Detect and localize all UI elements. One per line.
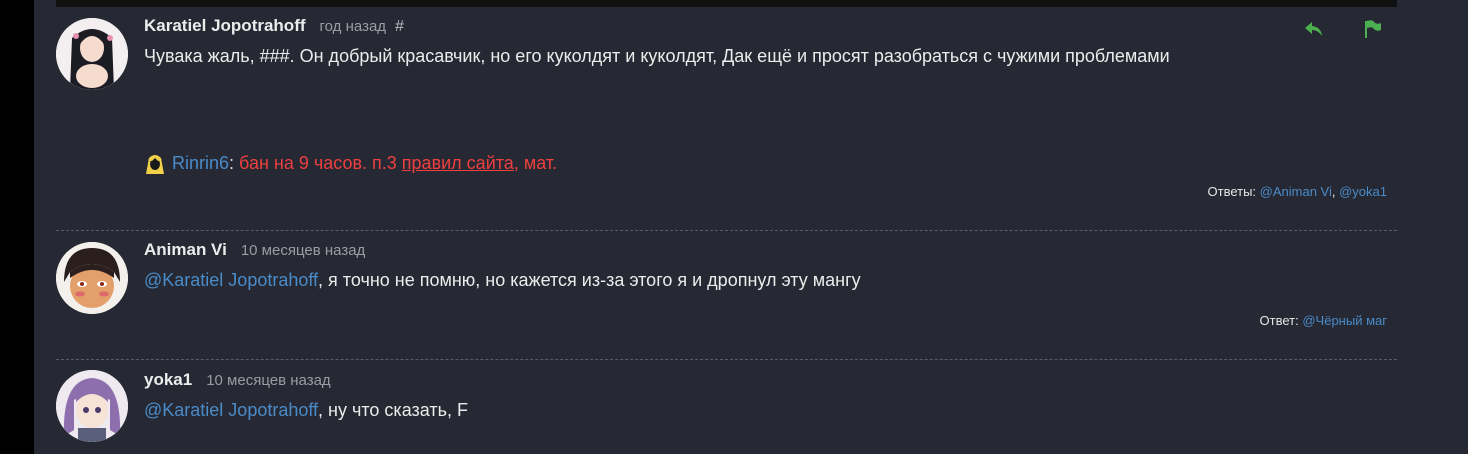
author-name[interactable]: yoka1 [144, 370, 192, 390]
comment-divider [56, 230, 1397, 231]
answer-link[interactable]: @Чёрный маг [1302, 313, 1387, 328]
top-bar [56, 0, 1397, 7]
comment-text: @Karatiel Jopotrahoff, я точно не помню,… [144, 270, 861, 291]
author-name[interactable]: Karatiel Jopotrahoff [144, 16, 306, 36]
comment-karatiel: Karatiel Jopotrahoff год назад # Чувака … [56, 14, 1397, 214]
left-page-margin [0, 0, 34, 454]
comment-header: Animan Vi 10 месяцев назад [144, 240, 365, 264]
comment-time[interactable]: 10 месяцев назад [241, 242, 365, 259]
comment-divider [56, 359, 1397, 360]
flag-icon[interactable] [1361, 18, 1383, 40]
ban-prefix: бан на 9 часов. п.3 [234, 152, 402, 173]
author-name[interactable]: Animan Vi [144, 240, 227, 260]
comment-body: , ну что сказать, F [318, 400, 468, 420]
comment-header: yoka1 10 месяцев назад [144, 370, 331, 394]
avatar[interactable] [56, 370, 128, 442]
comment-time[interactable]: год назад [320, 18, 387, 35]
ban-suffix: , мат. [513, 152, 558, 173]
comment-time[interactable]: 10 месяцев назад [206, 372, 330, 389]
moderator-avatar[interactable] [144, 152, 166, 174]
mention-link[interactable]: @Karatiel Jopotrahoff [144, 270, 318, 290]
answers-label: Ответы: [1207, 184, 1260, 199]
permalink-hash[interactable]: # [395, 18, 404, 36]
avatar[interactable] [56, 18, 128, 90]
comment-text: Чувака жаль, ###. Он добрый красавчик, н… [144, 46, 1170, 66]
answers-line: Ответ: @Чёрный маг [1260, 313, 1387, 328]
site-rules-link[interactable]: правил сайта [402, 153, 514, 173]
comment-animan-vi: Animan Vi 10 месяцев назад @Karatiel Jop… [56, 238, 1397, 338]
moderator-name[interactable]: Rinrin6 [172, 153, 229, 174]
answers-line: Ответы: @Animan Vi, @yoka1 [1208, 184, 1388, 199]
answer-link[interactable]: @yoka1 [1339, 184, 1387, 199]
answer-link[interactable]: @Animan Vi [1260, 184, 1332, 199]
moderation-ban-notice: Rinrin6: бан на 9 часов. п.3 правил сайт… [144, 152, 557, 174]
answers-label: Ответ: [1259, 313, 1303, 328]
avatar[interactable] [56, 242, 128, 314]
comment-yoka1: yoka1 10 месяцев назад @Karatiel Jopotra… [56, 368, 1397, 454]
reply-arrow-icon[interactable] [1303, 18, 1325, 40]
ban-reason: бан на 9 часов. п.3 правил сайта, мат. [234, 153, 557, 174]
mention-link[interactable]: @Karatiel Jopotrahoff [144, 400, 318, 420]
comment-header: Karatiel Jopotrahoff год назад # [144, 16, 404, 40]
comment-text: @Karatiel Jopotrahoff, ну что сказать, F [144, 400, 468, 421]
comment-body: , я точно не помню, но кажется из-за это… [318, 270, 861, 290]
